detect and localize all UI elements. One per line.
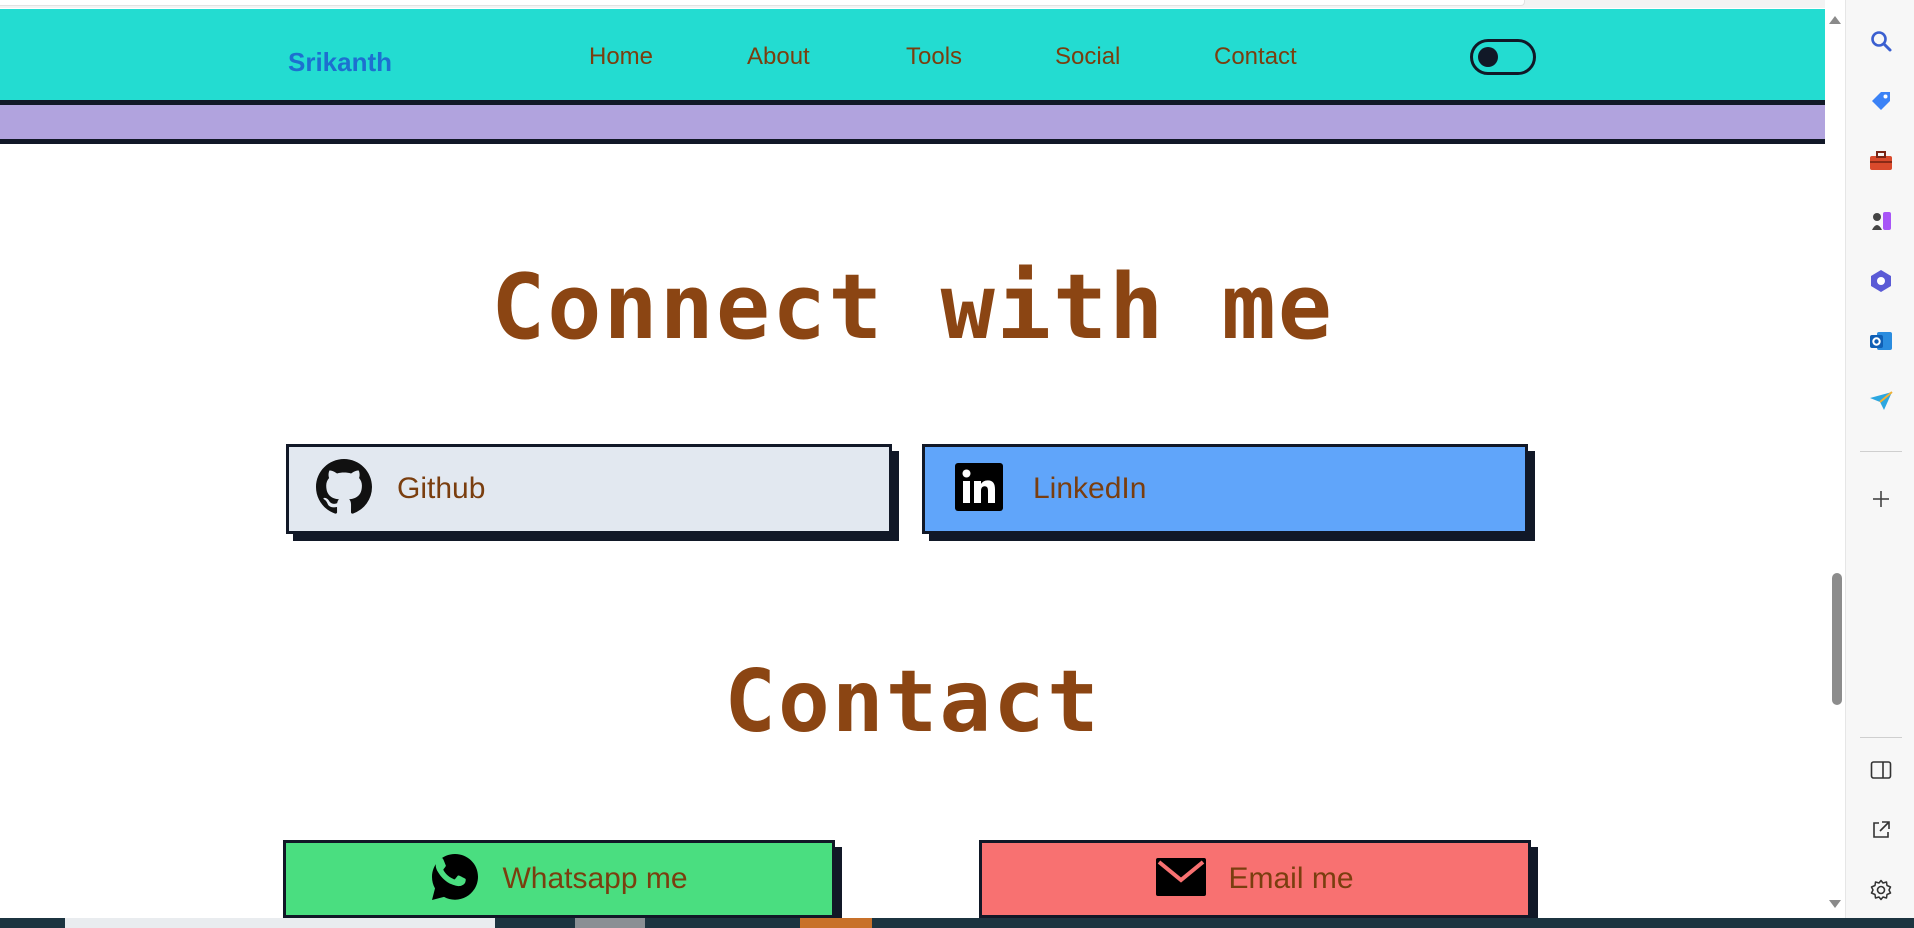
- nav-tools[interactable]: Tools: [906, 43, 962, 71]
- add-icon[interactable]: [1868, 486, 1894, 512]
- vertical-scrollbar[interactable]: [1825, 0, 1845, 918]
- contact-heading: Contact: [724, 652, 1101, 752]
- github-label: Github: [397, 472, 486, 505]
- github-button[interactable]: Github: [286, 444, 892, 534]
- navbar: Srikanth Home About Tools Social Contact: [0, 9, 1825, 105]
- top-divider: [0, 0, 1825, 8]
- nav-social[interactable]: Social: [1055, 43, 1120, 71]
- connect-heading: Connect with me: [491, 255, 1334, 360]
- linkedin-icon: [955, 462, 1003, 516]
- page-viewport: Srikanth Home About Tools Social Contact…: [0, 0, 1825, 918]
- email-button[interactable]: Email me: [979, 840, 1531, 918]
- theme-toggle[interactable]: [1470, 39, 1536, 75]
- taskbar-segment: [800, 918, 872, 928]
- scroll-down-arrow[interactable]: [1829, 900, 1841, 908]
- settings-icon[interactable]: [1868, 877, 1894, 903]
- browser-sidebar: [1845, 0, 1914, 928]
- chess-icon[interactable]: [1868, 208, 1894, 234]
- outlook-icon[interactable]: [1868, 328, 1894, 354]
- taskbar-segment: [65, 918, 495, 928]
- split-screen-icon[interactable]: [1868, 757, 1894, 783]
- whatsapp-icon: [430, 852, 480, 907]
- send-icon[interactable]: [1868, 388, 1894, 414]
- nav-home[interactable]: Home: [589, 43, 653, 71]
- linkedin-label: LinkedIn: [1033, 472, 1147, 505]
- search-icon[interactable]: [1868, 28, 1894, 54]
- scroll-thumb[interactable]: [1832, 573, 1842, 705]
- tag-icon[interactable]: [1868, 88, 1894, 114]
- mail-icon: [1156, 857, 1207, 901]
- copilot-icon[interactable]: [1868, 268, 1894, 294]
- toolbox-icon[interactable]: [1868, 148, 1894, 174]
- taskbar-strip: [0, 918, 1914, 928]
- accent-bar: [0, 105, 1825, 144]
- nav-contact[interactable]: Contact: [1214, 43, 1297, 71]
- whatsapp-button[interactable]: Whatsapp me: [283, 840, 835, 918]
- sidebar-separator-bottom: [1860, 737, 1902, 738]
- toggle-knob: [1478, 47, 1498, 67]
- whatsapp-label: Whatsapp me: [502, 862, 688, 895]
- open-external-icon[interactable]: [1868, 817, 1894, 843]
- brand-logo[interactable]: Srikanth: [288, 47, 392, 78]
- email-label: Email me: [1228, 862, 1354, 895]
- taskbar-segment: [575, 918, 645, 928]
- github-icon: [316, 458, 372, 520]
- sidebar-separator: [1860, 451, 1902, 452]
- nav-about[interactable]: About: [747, 43, 810, 71]
- scroll-up-arrow[interactable]: [1829, 16, 1841, 24]
- linkedin-button[interactable]: LinkedIn: [922, 444, 1528, 534]
